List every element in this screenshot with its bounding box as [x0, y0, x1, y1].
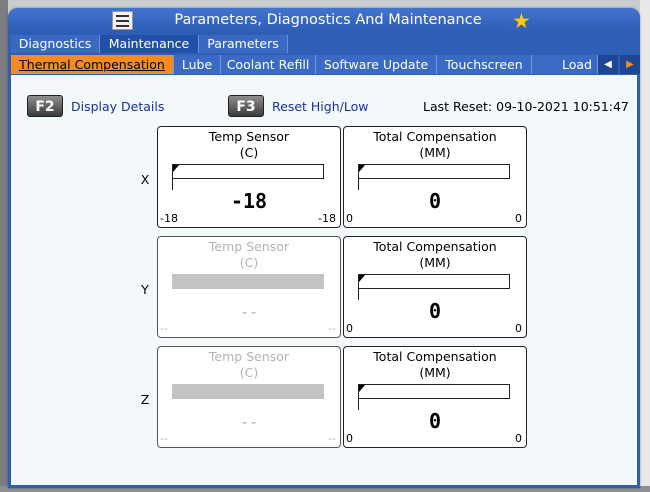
pdm-window: Parameters, Diagnostics And Maintenance … — [8, 8, 640, 488]
z-temp-min: -- — [160, 432, 168, 445]
z-comp-value: 0 — [428, 409, 442, 433]
tab-thermal-compensation[interactable]: Thermal Compensation — [11, 55, 174, 74]
x-temp-sensor-panel: Temp Sensor (C) -18 -18 -18 — [157, 126, 341, 228]
background-window-edge — [0, 0, 8, 492]
x-total-compensation-panel: Total Compensation (MM) 0 0 0 — [343, 126, 527, 228]
z-temp-value: -- — [239, 413, 259, 431]
tab-coolant-refill[interactable]: Coolant Refill — [221, 55, 316, 74]
gauge-marker-icon — [359, 385, 365, 392]
axis-label-y: Y — [141, 282, 149, 297]
title-bar: Parameters, Diagnostics And Maintenance … — [8, 8, 640, 34]
z-comp-title: Total Compensation — [373, 349, 497, 364]
z-temp-gauge — [172, 384, 324, 399]
x-comp-title: Total Compensation — [373, 129, 497, 144]
y-temp-sensor-panel: Temp Sensor (C) -- -- -- — [157, 236, 341, 338]
y-temp-gauge — [172, 274, 324, 289]
triangle-left-icon[interactable]: ◀ — [598, 55, 618, 74]
y-comp-unit: (MM) — [419, 255, 451, 270]
z-temp-sensor-panel: Temp Sensor (C) -- -- -- — [157, 346, 341, 448]
window-title: Parameters, Diagnostics And Maintenance — [174, 12, 482, 28]
x-temp-min: -18 — [160, 212, 178, 225]
axis-label-z: Z — [140, 392, 150, 407]
tab-load[interactable]: Load — [532, 55, 598, 74]
last-reset-label: Last Reset: — [423, 99, 493, 114]
tab-diagnostics[interactable]: Diagnostics — [11, 35, 100, 53]
y-comp-min: 0 — [346, 322, 353, 335]
x-comp-unit: (MM) — [419, 145, 451, 160]
z-temp-max: -- — [328, 432, 336, 445]
secondary-tab-bar: Thermal Compensation Lube Coolant Refill… — [11, 55, 640, 74]
star-icon[interactable]: ★ — [512, 9, 531, 33]
z-comp-max: 0 — [515, 432, 522, 445]
tab-lube[interactable]: Lube — [174, 55, 221, 74]
f2-key-button[interactable]: F2 — [27, 95, 63, 117]
y-temp-title: Temp Sensor — [208, 239, 290, 254]
x-temp-value: -18 — [230, 189, 268, 213]
thermal-compensation-page: F2 Display Details F3 Reset High/Low Las… — [11, 75, 637, 485]
background-window-edge-right — [640, 0, 650, 492]
last-reset-status: Last Reset: 09-10-2021 10:51:47 — [423, 99, 629, 114]
triangle-right-icon[interactable]: ▶ — [620, 55, 640, 74]
reset-high-low-link[interactable]: Reset High/Low — [272, 99, 368, 114]
x-temp-max: -18 — [318, 212, 336, 225]
x-temp-gauge — [172, 164, 324, 179]
z-comp-gauge — [358, 384, 510, 399]
hamburger-menu-icon[interactable] — [112, 11, 133, 30]
gauge-marker-icon — [173, 165, 179, 172]
z-temp-unit: (C) — [239, 365, 259, 380]
display-details-link[interactable]: Display Details — [71, 99, 164, 114]
f3-key-button[interactable]: F3 — [228, 95, 264, 117]
y-temp-min: -- — [160, 322, 168, 335]
tab-software-update[interactable]: Software Update — [316, 55, 437, 74]
y-temp-unit: (C) — [239, 255, 259, 270]
gauge-marker-icon — [359, 275, 365, 282]
z-temp-title: Temp Sensor — [208, 349, 290, 364]
x-comp-value: 0 — [428, 189, 442, 213]
tab-touchscreen[interactable]: Touchscreen — [437, 55, 532, 74]
z-comp-min: 0 — [346, 432, 353, 445]
y-comp-title: Total Compensation — [373, 239, 497, 254]
z-comp-unit: (MM) — [419, 365, 451, 380]
gauge-marker-icon — [359, 165, 365, 172]
x-temp-unit: (C) — [239, 145, 259, 160]
y-comp-gauge — [358, 274, 510, 289]
x-comp-max: 0 — [515, 212, 522, 225]
z-total-compensation-panel: Total Compensation (MM) 0 0 0 — [343, 346, 527, 448]
tab-maintenance[interactable]: Maintenance — [100, 35, 199, 53]
x-comp-min: 0 — [346, 212, 353, 225]
y-comp-max: 0 — [515, 322, 522, 335]
y-temp-value: -- — [239, 303, 259, 321]
last-reset-value: 09-10-2021 10:51:47 — [496, 99, 629, 114]
y-temp-max: -- — [328, 322, 336, 335]
tab-parameters[interactable]: Parameters — [199, 35, 288, 53]
x-comp-gauge — [358, 164, 510, 179]
y-total-compensation-panel: Total Compensation (MM) 0 0 0 — [343, 236, 527, 338]
axis-label-x: X — [140, 172, 150, 187]
x-temp-title: Temp Sensor — [208, 129, 290, 144]
y-comp-value: 0 — [428, 299, 442, 323]
